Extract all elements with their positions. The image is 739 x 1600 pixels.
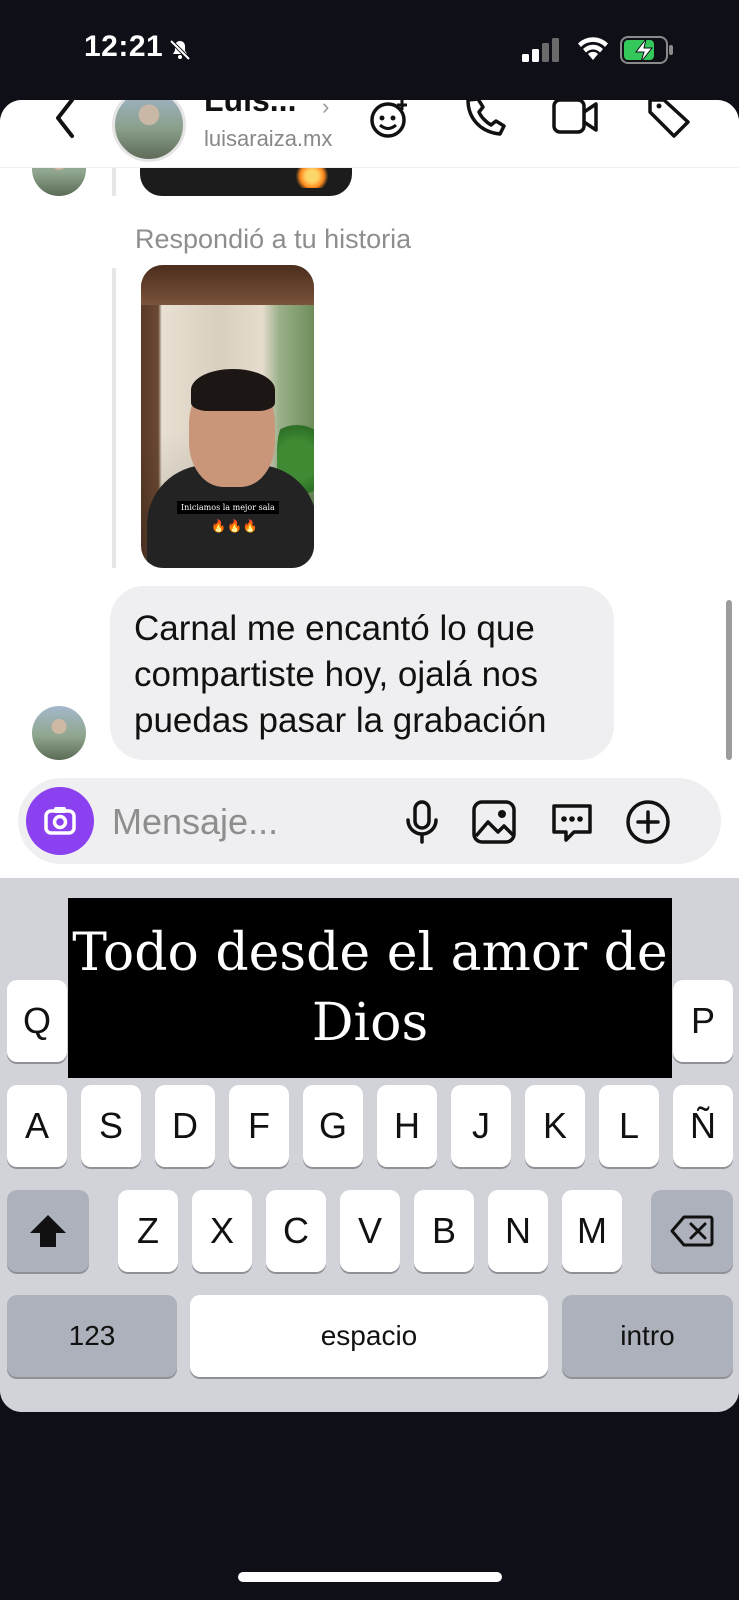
thread-header: Luis... › luisaraiza.mx [0, 100, 739, 168]
gallery-image-icon[interactable] [470, 798, 518, 846]
status-time: 12:21 [84, 30, 164, 63]
home-indicator[interactable] [238, 1572, 502, 1582]
contact-name[interactable]: Luis... [204, 100, 296, 119]
shift-arrow-icon [30, 1215, 66, 1247]
sticker-chat-icon[interactable] [548, 798, 596, 846]
tag-label-icon[interactable] [646, 100, 694, 138]
key-z[interactable]: Z [118, 1190, 178, 1272]
scrollbar[interactable] [726, 600, 732, 760]
plus-circle-icon[interactable] [624, 798, 672, 846]
add-sticker-emoji-icon[interactable] [368, 100, 416, 138]
phone-call-icon[interactable] [462, 100, 510, 138]
key-x[interactable]: X [192, 1190, 252, 1272]
numbers-key[interactable]: 123 [7, 1295, 177, 1377]
previous-media-thumbnail[interactable] [140, 164, 352, 196]
return-key[interactable]: intro [562, 1295, 733, 1377]
quote-line [112, 268, 116, 568]
message-input[interactable] [112, 800, 392, 844]
quote-line [112, 164, 116, 196]
key-h[interactable]: H [377, 1085, 437, 1167]
bell-off-icon [169, 39, 191, 61]
key-a[interactable]: A [7, 1085, 67, 1167]
contact-username[interactable]: luisaraiza.mx [204, 126, 332, 152]
space-key[interactable]: espacio [190, 1295, 548, 1377]
backspace-icon [670, 1215, 714, 1247]
story-thumbnail[interactable]: Iniciamos la mejor sala 🔥🔥🔥 [141, 265, 314, 568]
delete-key[interactable] [651, 1190, 733, 1272]
key-b[interactable]: B [414, 1190, 474, 1272]
microphone-icon[interactable] [398, 798, 446, 846]
key-q[interactable]: Q [7, 980, 67, 1062]
message-composer [18, 778, 721, 864]
signal-icon [522, 38, 559, 62]
story-fire-emoji: 🔥🔥🔥 [211, 519, 259, 533]
key-n-tilde[interactable]: Ñ [673, 1085, 733, 1167]
key-f[interactable]: F [229, 1085, 289, 1167]
key-p[interactable]: P [673, 980, 733, 1062]
key-g[interactable]: G [303, 1085, 363, 1167]
key-n[interactable]: N [488, 1190, 548, 1272]
key-m[interactable]: M [562, 1190, 622, 1272]
back-chevron-icon[interactable] [44, 100, 84, 140]
story-caption: Iniciamos la mejor sala [177, 501, 279, 514]
message-text: Carnal me encantó lo que compartiste hoy… [134, 609, 547, 740]
key-j[interactable]: J [451, 1085, 511, 1167]
camera-icon [44, 807, 76, 835]
video-caption-overlay: Todo desde el amor de Dios [68, 898, 672, 1078]
key-d[interactable]: D [155, 1085, 215, 1167]
camera-button[interactable] [26, 787, 94, 855]
dm-thread-screen: Luis... › luisaraiza.mx Respondió a tu h… [0, 100, 739, 1412]
key-c[interactable]: C [266, 1190, 326, 1272]
battery-charging-icon [620, 36, 673, 64]
key-v[interactable]: V [340, 1190, 400, 1272]
contact-avatar[interactable] [112, 100, 186, 162]
shift-key[interactable] [7, 1190, 89, 1272]
message-bubble[interactable]: Carnal me encantó lo que compartiste hoy… [110, 586, 614, 760]
chevron-right-icon: › [322, 100, 330, 119]
story-reply-label: Respondió a tu historia [135, 224, 412, 254]
key-k[interactable]: K [525, 1085, 585, 1167]
sender-avatar[interactable] [32, 706, 86, 760]
video-call-icon[interactable] [552, 100, 600, 138]
key-s[interactable]: S [81, 1085, 141, 1167]
story-ceiling [141, 265, 314, 305]
wifi-icon [578, 37, 608, 60]
status-bar: 12:21 [0, 0, 739, 100]
story-person-hair [191, 369, 275, 411]
key-l[interactable]: L [599, 1085, 659, 1167]
